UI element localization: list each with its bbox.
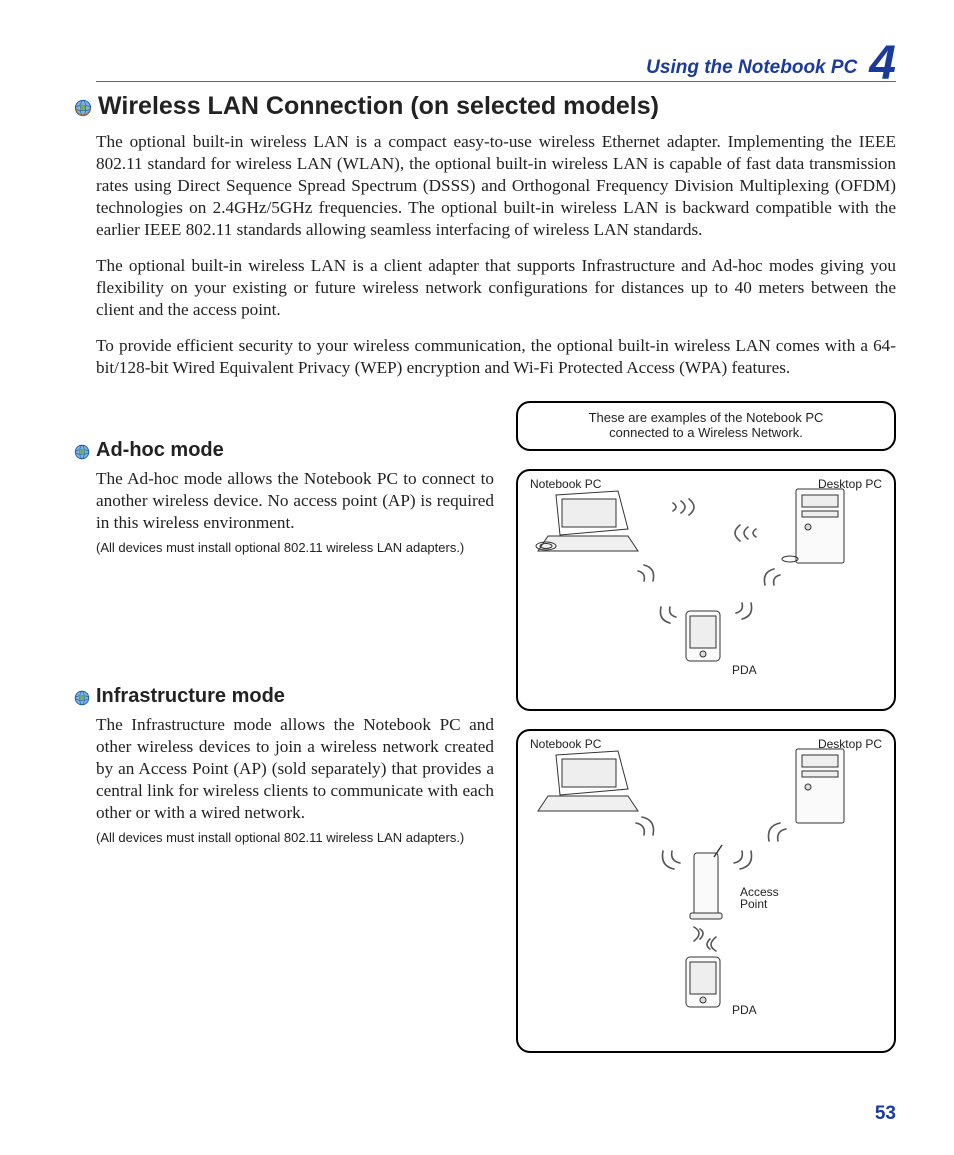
infra-diagram: Notebook PC Desktop PC AccessPoint PDA xyxy=(516,729,896,1053)
adhoc-title-row: Ad-hoc mode xyxy=(74,439,494,462)
globe-icon xyxy=(74,690,90,706)
page-number: 53 xyxy=(875,1103,896,1125)
adhoc-title: Ad-hoc mode xyxy=(96,439,224,462)
section-para-3: To provide efficient security to your wi… xyxy=(96,335,896,379)
section-para-1: The optional built-in wireless LAN is a … xyxy=(96,131,896,241)
section-title: Wireless LAN Connection (on selected mod… xyxy=(98,92,659,121)
adhoc-svg xyxy=(518,471,868,681)
globe-icon xyxy=(74,99,92,117)
caption-line-1: These are examples of the Notebook PC xyxy=(589,410,824,425)
caption-line-2: connected to a Wireless Network. xyxy=(609,425,803,440)
infra-note: (All devices must install optional 802.1… xyxy=(96,830,494,845)
diagram-caption: These are examples of the Notebook PC co… xyxy=(516,401,896,451)
section-para-2: The optional built-in wireless LAN is a … xyxy=(96,255,896,321)
section-title-row: Wireless LAN Connection (on selected mod… xyxy=(74,92,896,121)
page-header: Using the Notebook PC 4 xyxy=(96,36,896,82)
globe-icon xyxy=(74,444,90,460)
header-title: Using the Notebook PC xyxy=(646,57,857,79)
adhoc-diagram: Notebook PC Desktop PC PDA xyxy=(516,469,896,711)
chapter-number: 4 xyxy=(869,42,896,85)
infra-title-row: Infrastructure mode xyxy=(74,685,494,708)
infra-para: The Infrastructure mode allows the Noteb… xyxy=(96,714,494,824)
infra-title: Infrastructure mode xyxy=(96,685,285,708)
adhoc-para: The Ad-hoc mode allows the Notebook PC t… xyxy=(96,468,494,534)
adhoc-note: (All devices must install optional 802.1… xyxy=(96,540,494,555)
infra-svg xyxy=(518,731,868,1023)
